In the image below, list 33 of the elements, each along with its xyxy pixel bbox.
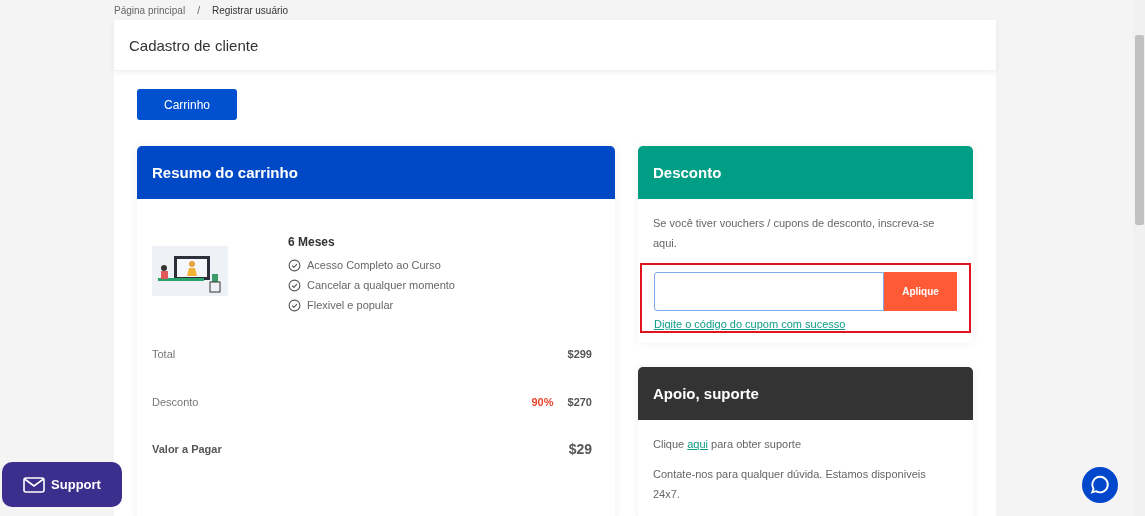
discount-description: Se você tiver vouchers / cupons de desconto, inscreva-se aqui. (653, 216, 936, 251)
summary-label: Valor a Pagar (152, 443, 222, 455)
coupon-input-field[interactable] (654, 272, 884, 311)
check-circle-icon (288, 278, 301, 292)
card-title: Resumo do carrinho (152, 164, 298, 181)
plan-name: 6 Meses (288, 235, 336, 249)
support-button[interactable]: Support (2, 462, 122, 507)
summary-amount: $270 (567, 396, 592, 408)
summary-amount: $29 (568, 441, 592, 457)
feature-text: Acesso Completo ao Curso (307, 259, 441, 271)
feature-text: Flexivel e popular (307, 299, 394, 311)
discount-percent: 90% (531, 396, 554, 408)
breadcrumb-item: Registrar usuário (211, 4, 289, 16)
cart-button[interactable]: Carrinho (137, 89, 237, 120)
support-link[interactable]: aqui (687, 438, 709, 450)
feature-text: Cancelar a qualquer momento (307, 279, 455, 291)
card-title: Apoio, suporte (653, 385, 759, 402)
chat-bubble-icon (1089, 474, 1111, 496)
check-circle-icon (288, 258, 301, 272)
card-title: Desconto (653, 164, 722, 181)
summary-label: Total (152, 348, 176, 360)
chat-button[interactable] (1082, 467, 1118, 503)
apply-button[interactable]: Aplique (884, 272, 957, 311)
coupon-message-link[interactable]: Digite o código do cupom com sucesso (654, 317, 957, 331)
page-title: Cadastro de cliente (129, 36, 259, 54)
summary-amount: $299 (567, 348, 592, 360)
envelope-icon (23, 476, 46, 493)
check-circle-icon (288, 298, 301, 312)
summary-label: Desconto (152, 396, 199, 408)
breadcrumb-separator: / (197, 4, 200, 16)
breadcrumb-item[interactable]: Página principal (114, 4, 186, 16)
contact-text: Contate-nos para qualquer dúvida. Estamos disponiveis 24x7. (653, 467, 927, 502)
support-text: Clique aqui para obter suporte (653, 437, 802, 452)
